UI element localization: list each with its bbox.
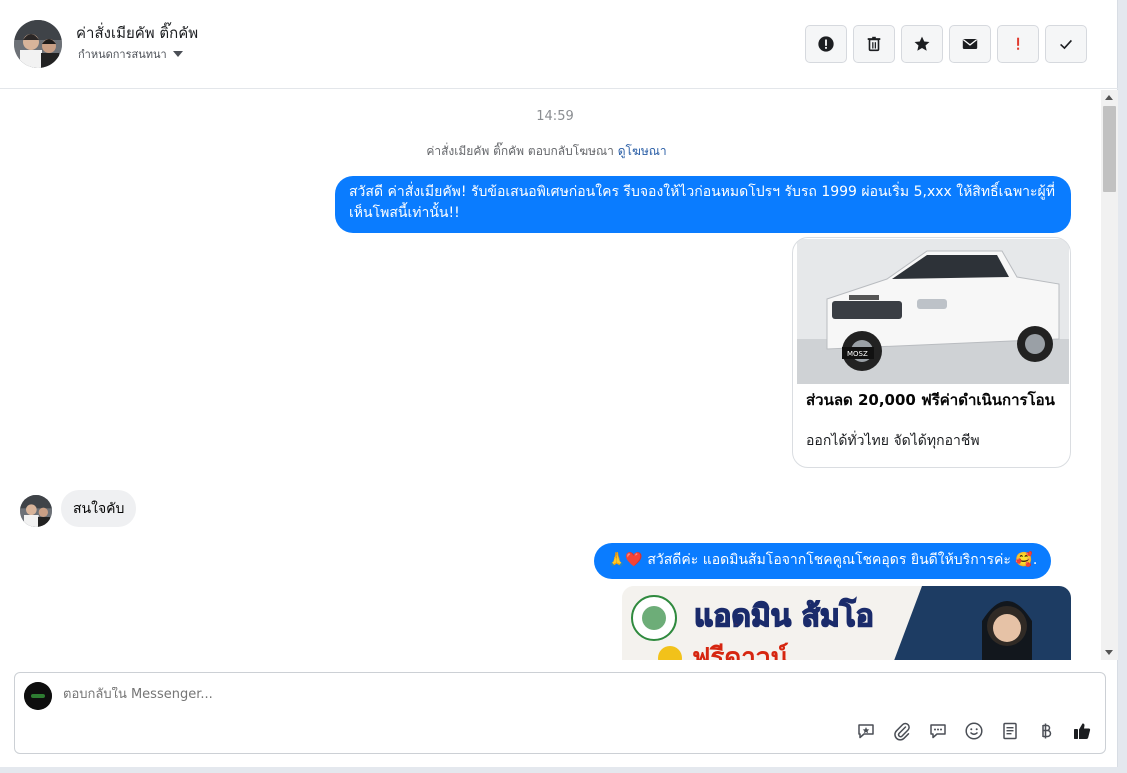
notes-button[interactable] bbox=[999, 720, 1021, 742]
quick-replies-button[interactable] bbox=[927, 720, 949, 742]
chat-bubbles-icon bbox=[930, 724, 946, 739]
emoji-button[interactable] bbox=[963, 720, 985, 742]
composer-toolbar bbox=[855, 720, 1093, 742]
greeting-text: สวัสดีค่ะ แอดมินส้มโอจากโชคคูณโชคอุดร ยิ… bbox=[647, 552, 1011, 568]
scrollbar-thumb[interactable] bbox=[1103, 106, 1116, 192]
header-actions bbox=[805, 25, 1087, 63]
scroll-down-arrow-icon[interactable] bbox=[1105, 650, 1113, 655]
notes-icon bbox=[1003, 722, 1017, 740]
thread-scrollbar[interactable] bbox=[1101, 90, 1118, 660]
payment-button[interactable] bbox=[1035, 720, 1057, 742]
greeting-tail-emoji: 🥰. bbox=[1015, 552, 1038, 568]
saved-reply-icon bbox=[858, 724, 874, 739]
ad-reply-note: ค่าสั่งเมียคัพ ติ๊กคัพ ตอบกลับโฆษณา ดูโฆ… bbox=[0, 142, 1093, 161]
assign-conversation-dropdown[interactable]: กำหนดการสนทนา bbox=[78, 45, 183, 63]
conversation-panel: ค่าสั่งเมียคัพ ติ๊กคัพ กำหนดการสนทนา 14:… bbox=[0, 0, 1118, 767]
contact-avatar-small bbox=[20, 495, 52, 527]
emoji-icon bbox=[965, 722, 983, 740]
pickup-truck-photo: MOSZ bbox=[797, 239, 1069, 384]
attach-button[interactable] bbox=[891, 720, 913, 742]
exclamation-circle-icon bbox=[818, 36, 834, 52]
delete-button[interactable] bbox=[853, 25, 895, 63]
like-button[interactable] bbox=[1071, 720, 1093, 742]
banner-subline: ฟรีดาวน์ bbox=[692, 642, 789, 660]
trash-icon bbox=[867, 36, 881, 52]
thumbs-up-icon bbox=[1074, 723, 1091, 739]
mark-spam-button[interactable] bbox=[805, 25, 847, 63]
reply-input[interactable] bbox=[63, 687, 763, 702]
page-avatar bbox=[24, 682, 52, 710]
view-ad-link[interactable]: ดูโฆษณา bbox=[618, 144, 667, 158]
message-timestamp: 14:59 bbox=[536, 109, 574, 124]
follow-up-button[interactable] bbox=[997, 25, 1039, 63]
reply-composer bbox=[14, 672, 1106, 754]
outgoing-message[interactable]: สวัสดี ค่าสั่งเมียคัพ! รับข้อเสนอพิเศษก่… bbox=[335, 176, 1071, 233]
greeting-emoji: 🙏❤️ bbox=[608, 552, 643, 568]
assign-label: กำหนดการสนทนา bbox=[78, 48, 167, 61]
incoming-message[interactable]: สนใจคับ bbox=[61, 490, 137, 527]
license-plate-text: MOSZ bbox=[847, 350, 868, 358]
contact-avatar[interactable] bbox=[14, 20, 62, 68]
chevron-down-icon bbox=[172, 51, 183, 57]
admin-banner-image[interactable]: แอดมิน ส้มโอ ฟรีดาวน์ bbox=[622, 586, 1071, 660]
outgoing-message-greeting[interactable]: 🙏❤️ สวัสดีค่ะ แอดมินส้มโอจากโชคคูณโชคอุด… bbox=[594, 543, 1052, 579]
message-thread[interactable]: 14:59 ค่าสั่งเมียคัพ ติ๊กคัพ ตอบกลับโฆษณ… bbox=[0, 90, 1101, 660]
ad-card-title: ส่วนลด 20,000 ฟรีค่าดำเนินการโอน bbox=[806, 391, 1055, 409]
contact-name[interactable]: ค่าสั่งเมียคัพ ติ๊กคัพ bbox=[76, 21, 198, 45]
star-button[interactable] bbox=[901, 25, 943, 63]
saved-reply-button[interactable] bbox=[855, 720, 877, 742]
mark-done-button[interactable] bbox=[1045, 25, 1087, 63]
conversation-header: ค่าสั่งเมียคัพ ติ๊กคัพ กำหนดการสนทนา bbox=[0, 0, 1118, 89]
mark-unread-button[interactable] bbox=[949, 25, 991, 63]
ad-card-subtitle: ออกได้ทั่วไทย จัดได้ทุกอาชีพ bbox=[806, 433, 980, 449]
ad-reply-text: ค่าสั่งเมียคัพ ติ๊กคัพ ตอบกลับโฆษณา bbox=[426, 144, 614, 158]
banner-headline: แอดมิน ส้มโอ bbox=[694, 597, 874, 634]
star-icon bbox=[914, 36, 930, 51]
baht-icon bbox=[1042, 723, 1052, 739]
envelope-icon bbox=[962, 39, 978, 49]
scroll-up-arrow-icon[interactable] bbox=[1105, 95, 1113, 100]
paperclip-icon bbox=[894, 722, 910, 741]
exclamation-icon bbox=[1017, 37, 1020, 50]
checkmark-icon bbox=[1060, 39, 1073, 50]
ad-card[interactable]: MOSZ ส่วนลด 20,000 ฟรีค่าดำเนินการโอน ออ… bbox=[792, 237, 1071, 468]
